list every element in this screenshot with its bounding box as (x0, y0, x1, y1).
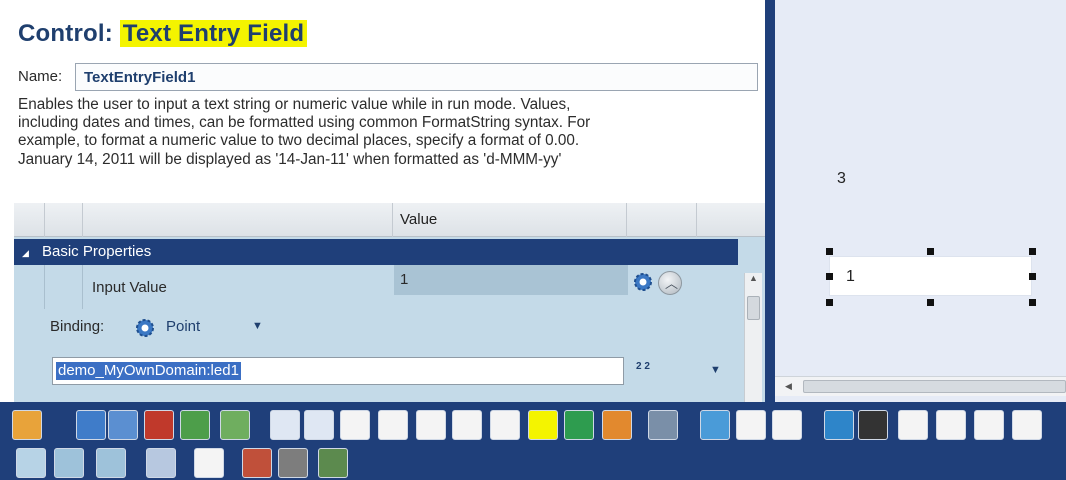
resize-handle[interactable] (1029, 299, 1036, 306)
gauge-blue-icon[interactable] (824, 410, 854, 440)
property-grid: Value ◢ Basic Properties Input Value 1 ︿… (14, 203, 765, 402)
description-line: Enables the user to input a text string … (18, 96, 571, 113)
column-divider (82, 265, 83, 309)
page-title: Control: Text Entry Field (18, 20, 308, 48)
property-grid-body: ◢ Basic Properties Input Value 1 ︿ Bindi… (14, 237, 765, 402)
binding-row: Binding: Point ▼ (14, 311, 738, 345)
scrollbar-thumb[interactable] (803, 380, 1066, 393)
chevron-down-icon[interactable]: ▼ (710, 364, 721, 376)
property-value-input[interactable]: 1 (394, 265, 628, 295)
thermometer-icon[interactable] (318, 448, 348, 478)
resize-handle[interactable] (927, 248, 934, 255)
text-entry-2-icon[interactable] (564, 410, 594, 440)
horizontal-scrollbar[interactable]: ◀ (775, 376, 1066, 396)
scroll-left-icon[interactable]: ◀ (785, 381, 792, 392)
chevron-up-icon: ︿ (665, 276, 679, 291)
resize-handle[interactable] (1029, 248, 1036, 255)
selected-text-entry-field[interactable]: 1 (829, 256, 1032, 296)
properties-panel: Control: Text Entry Field Name: Enables … (0, 0, 767, 402)
column-divider (44, 203, 45, 237)
column-divider (44, 265, 45, 309)
name-input[interactable] (75, 63, 758, 91)
settings-icon[interactable] (146, 448, 176, 478)
name-row: Name: (18, 63, 762, 91)
trend-chart-2-icon[interactable] (220, 410, 250, 440)
collapse-button[interactable]: ︿ (658, 271, 682, 295)
clock-icon[interactable] (772, 410, 802, 440)
semicircle-gauge-icon[interactable] (1012, 410, 1042, 440)
resize-handle[interactable] (1029, 273, 1036, 280)
led-grey-icon[interactable] (278, 448, 308, 478)
column-divider (626, 203, 627, 237)
description-line: example, to format a numeric value to tw… (18, 132, 580, 150)
phone-icon[interactable] (648, 410, 678, 440)
title-control-type: Text Entry Field (119, 20, 308, 47)
control-description: Enables the user to input a text string … (18, 96, 758, 169)
vertical-slider-icon[interactable] (936, 410, 966, 440)
bell-icon[interactable] (12, 410, 42, 440)
point-input-text: demo_MyOwnDomain:led1 (56, 362, 241, 380)
calendar-icon[interactable] (700, 410, 730, 440)
point-row: demo_MyOwnDomain:led1 2 2 ▼ (14, 355, 738, 389)
description-line: including dates and times, can be format… (18, 114, 591, 132)
title-prefix: Control: (18, 20, 120, 47)
rectangle-icon[interactable] (54, 448, 84, 478)
sparkline-icon[interactable] (898, 410, 928, 440)
ellipse-icon[interactable] (16, 448, 46, 478)
category-basic-properties[interactable]: ◢ Basic Properties (14, 239, 738, 265)
resize-handle[interactable] (826, 299, 833, 306)
resize-handle[interactable] (826, 273, 833, 280)
calendar-15-icon[interactable] (736, 410, 766, 440)
panel-icon[interactable] (108, 410, 138, 440)
window-icon[interactable] (76, 410, 106, 440)
scroll-up-icon[interactable]: ▲ (749, 273, 758, 283)
binding-type-select[interactable]: Point (166, 318, 200, 335)
text-entry-icon[interactable] (528, 410, 558, 440)
text-entry-value: 1 (846, 268, 855, 285)
point-picker-icon[interactable]: 2 2 (636, 361, 658, 383)
design-canvas[interactable]: 3 1 ◀ (775, 0, 1066, 402)
download-icon[interactable] (602, 410, 632, 440)
panel-splitter[interactable] (765, 0, 775, 402)
frame-icon[interactable] (490, 410, 520, 440)
gear-icon[interactable] (134, 317, 156, 339)
button-icon[interactable] (270, 410, 300, 440)
vertical-scrollbar[interactable]: ▲ ▼ (744, 273, 762, 402)
resize-handle[interactable] (927, 299, 934, 306)
scrollbar-thumb[interactable] (747, 296, 760, 320)
gear-icon[interactable] (632, 271, 654, 293)
binding-label: Binding: (50, 318, 105, 335)
gauge-dark-icon[interactable] (858, 410, 888, 440)
checkbox-2-icon[interactable] (378, 410, 408, 440)
value-column-header: Value (400, 211, 438, 228)
bar-chart-icon[interactable] (144, 410, 174, 440)
radio-icon[interactable] (416, 410, 446, 440)
scatter-chart-icon[interactable] (974, 410, 1004, 440)
controls-toolbox (0, 402, 1066, 480)
resize-handle[interactable] (826, 248, 833, 255)
triangle-down-icon[interactable]: ◢ (22, 248, 29, 259)
description-line: January 14, 2011 will be displayed as '1… (18, 150, 562, 168)
checkbox-icon[interactable] (340, 410, 370, 440)
text-label-icon[interactable] (194, 448, 224, 478)
chevron-down-icon[interactable]: ▼ (252, 320, 263, 332)
label-icon[interactable] (452, 410, 482, 440)
column-divider (82, 203, 83, 237)
button-2-icon[interactable] (304, 410, 334, 440)
rounded-rectangle-icon[interactable] (96, 448, 126, 478)
canvas-label[interactable]: 3 (837, 170, 846, 188)
name-label: Name: (18, 68, 63, 85)
category-label: Basic Properties (42, 243, 152, 260)
column-divider (392, 203, 393, 237)
trend-chart-icon[interactable] (180, 410, 210, 440)
led-red-icon[interactable] (242, 448, 272, 478)
property-grid-header: Value (14, 203, 765, 237)
property-name: Input Value (92, 279, 167, 296)
column-divider (696, 203, 697, 237)
property-row-input-value[interactable]: Input Value 1 ︿ (14, 265, 738, 309)
